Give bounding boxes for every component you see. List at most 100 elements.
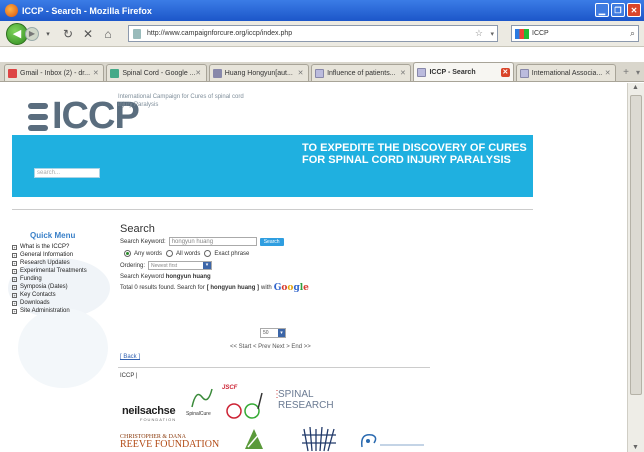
radio-label: All words (176, 250, 201, 257)
menu-item-label: Symposia (Dates) (20, 284, 68, 290)
search-bar[interactable]: ICCP ⌕ (511, 25, 639, 42)
tab-international-association[interactable]: International Associa... ✕ (515, 64, 617, 81)
document-icon (417, 67, 427, 77)
tab-label: International Associa... (531, 69, 603, 77)
close-tab-icon[interactable]: ✕ (91, 69, 100, 78)
address-bar[interactable]: http://www.campaignforcure.org/iccp/inde… (128, 25, 498, 42)
scroll-down-icon[interactable]: ▼ (632, 444, 639, 451)
expand-icon: + (12, 252, 17, 258)
tab-spinal-cord-google[interactable]: Spinal Cord - Google ... ✕ (106, 64, 207, 81)
ordering-select[interactable]: Newest first ▾ (148, 261, 213, 270)
menu-item-experimental-treatments[interactable]: + Experimental Treatments (12, 267, 87, 275)
result-summary: Total 0 results found. Search for [ hong… (120, 283, 450, 293)
url-text: http://www.campaignforcure.org/iccp/inde… (147, 30, 293, 37)
bookmark-star-icon[interactable]: ☆ (475, 28, 483, 39)
close-tab-icon[interactable]: ✕ (296, 69, 305, 78)
tab-label: Spinal Cord - Google ... (122, 69, 196, 77)
google-icon (110, 68, 120, 78)
menu-item-label: What is the ICCP? (20, 244, 70, 250)
minimize-button[interactable]: ▁ (595, 3, 609, 17)
expand-icon: + (12, 268, 17, 274)
expand-icon: + (12, 284, 17, 290)
tab-label: ICCP - Search (429, 68, 476, 76)
decorative-swoosh (18, 308, 108, 388)
tab-gmail[interactable]: Gmail - Inbox (2) - dr... ✕ (4, 64, 105, 81)
menu-item-key-contacts[interactable]: + Key Contacts (12, 291, 87, 299)
pagination[interactable]: << Start < Prev Next > End >> (230, 344, 311, 350)
sponsor-name: SpinalCure (186, 411, 211, 417)
total-text: Total 0 results found. Search for (120, 285, 205, 291)
tab-label: Gmail - Inbox (2) - dr... (20, 69, 91, 77)
expand-icon: + (12, 292, 17, 298)
spinalcure-logo[interactable]: SpinalCure (186, 387, 216, 417)
close-tab-icon[interactable]: ✕ (398, 69, 407, 78)
reload-button[interactable]: ↻ (61, 27, 75, 41)
url-dropdown-icon[interactable]: ▾ (490, 30, 494, 38)
expand-icon: + (12, 276, 17, 282)
search-button[interactable]: Search (259, 237, 284, 246)
menu-item-symposia[interactable]: + Symposia (Dates) (12, 283, 87, 291)
vertical-scrollbar[interactable]: ▲ ▼ (627, 83, 644, 452)
reeve-foundation-logo[interactable]: CHRISTOPHER & DANA REEVE FOUNDATION (120, 433, 219, 450)
close-tab-icon[interactable]: ✕ (194, 69, 203, 78)
site-search-input[interactable]: search... (34, 168, 100, 178)
close-window-button[interactable]: ✕ (627, 3, 641, 17)
any-words-radio[interactable] (124, 250, 131, 257)
maximize-button[interactable]: ❐ (611, 3, 625, 17)
sponsor-sub: FOUNDATION (140, 417, 177, 422)
search-engine-icon[interactable] (515, 28, 529, 39)
menu-item-funding[interactable]: + Funding (12, 275, 87, 283)
green-foundation-logo[interactable] (242, 425, 266, 452)
back-link[interactable]: [ Back ] (120, 354, 140, 360)
tab-influence-of-patients[interactable]: Influence of patients... ✕ (311, 64, 412, 81)
menu-item-downloads[interactable]: + Downloads (12, 299, 87, 307)
window-titlebar: ICCP - Search - Mozilla Firefox ▁ ❐ ✕ (0, 0, 644, 21)
stop-button[interactable]: ✕ (81, 27, 95, 41)
exact-phrase-radio[interactable] (204, 250, 212, 257)
magnifier-icon[interactable]: ⌕ (630, 28, 635, 39)
logo-mark-icon (28, 102, 48, 131)
results-per-page-select[interactable]: 50 ▾ (260, 328, 286, 338)
spinal-research-logo[interactable]: ⋮ SPINAL RESEARCH (272, 389, 334, 411)
document-icon (519, 68, 529, 78)
menu-item-label: General Information (20, 252, 74, 258)
wheelchair-figures-icon (226, 392, 263, 419)
page-title: Search (120, 223, 155, 235)
scroll-thumb[interactable] (630, 95, 642, 395)
menu-item-site-administration[interactable]: + Site Administration (12, 307, 87, 315)
all-words-radio[interactable] (166, 250, 174, 257)
result-keyword-value: hongyun huang (165, 274, 211, 280)
spinal-foundation-logo[interactable] (356, 429, 426, 452)
tab-list-icon[interactable]: ▾ (636, 64, 644, 81)
new-tab-button[interactable]: + (618, 64, 634, 81)
close-tab-icon[interactable]: ✕ (500, 67, 510, 77)
keyword-input[interactable]: hongyun huang (168, 237, 257, 246)
total-with: with (261, 285, 272, 291)
menu-item-what-is-iccp[interactable]: + What is the ICCP? (12, 243, 87, 251)
google-search-link[interactable]: Google (274, 283, 309, 293)
menu-item-general-information[interactable]: + General Information (12, 251, 87, 259)
tab-label: Influence of patients... (327, 69, 396, 77)
search-content: Search Search Keyword: hongyun huang Sea… (120, 223, 450, 350)
tab-huang-hongyun[interactable]: Huang Hongyun[aut... ✕ (208, 64, 310, 81)
site-tagline: International Campaign for Cures of spin… (118, 94, 244, 108)
scroll-up-icon[interactable]: ▲ (632, 84, 639, 91)
window-controls: ▁ ❐ ✕ (595, 3, 641, 17)
tab-strip: Gmail - Inbox (2) - dr... ✕ Spinal Cord -… (0, 62, 644, 82)
home-button[interactable]: ⌂ (101, 27, 115, 41)
result-keyword-label: Search Keyword (120, 274, 165, 280)
history-dropdown-icon[interactable]: ▾ (41, 30, 55, 38)
asian-spinal-foundation-logo[interactable] (300, 423, 338, 452)
ordering-value: Newest first (151, 262, 178, 269)
menu-item-research-updates[interactable]: + Research Updates (12, 259, 87, 267)
figures-icon (302, 426, 336, 452)
neilsachse-logo[interactable]: neilsachse FOUNDATION (122, 405, 176, 422)
jscf-logo[interactable]: JSCF (222, 385, 270, 423)
quick-menu-title: Quick Menu (30, 231, 76, 240)
tab-iccp-search[interactable]: ICCP - Search ✕ (413, 62, 514, 81)
chevron-down-icon: ▾ (278, 329, 285, 337)
close-tab-icon[interactable]: ✕ (603, 69, 612, 78)
page-favicon-icon (133, 28, 141, 39)
menu-item-label: Site Administration (20, 308, 70, 314)
forward-button[interactable]: ▶ (25, 26, 39, 41)
